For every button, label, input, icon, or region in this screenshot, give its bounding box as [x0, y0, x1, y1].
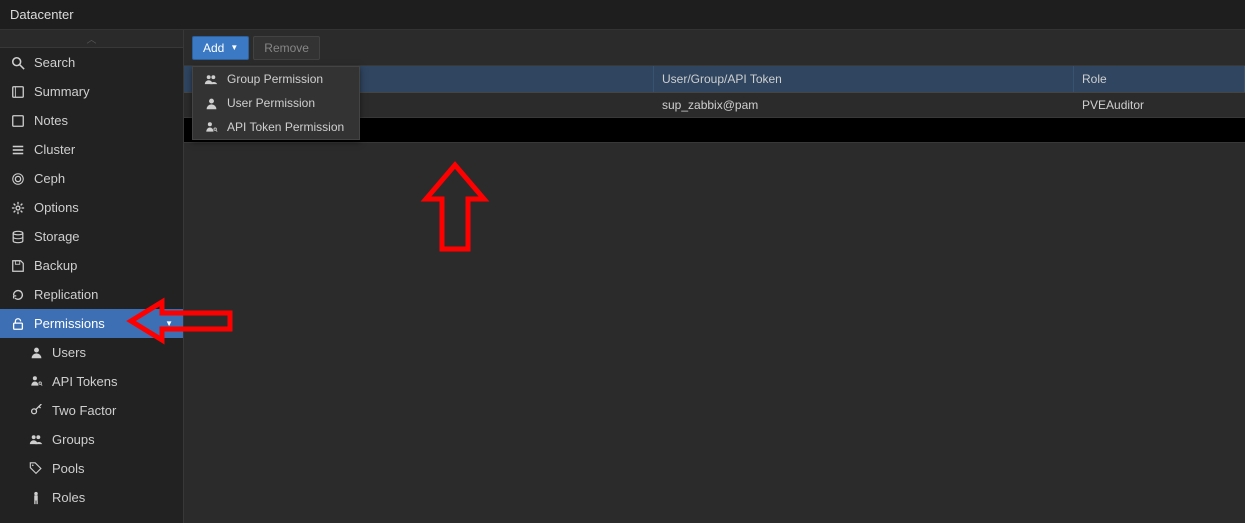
tags-icon — [28, 461, 44, 477]
key-icon — [28, 403, 44, 419]
col-header-role[interactable]: Role — [1074, 66, 1245, 92]
refresh-icon — [10, 287, 26, 303]
sidebar-item-api-tokens[interactable]: API Tokens — [0, 367, 183, 396]
sidebar-item-storage[interactable]: Storage — [0, 222, 183, 251]
sidebar-item-ceph[interactable]: Ceph — [0, 164, 183, 193]
sidebar-item-label: Search — [34, 55, 173, 70]
dropdown-item-user-permission[interactable]: User Permission — [193, 91, 359, 115]
save-icon — [10, 258, 26, 274]
titlebar: Datacenter — [0, 0, 1245, 30]
book-icon — [10, 84, 26, 100]
sidebar-item-groups[interactable]: Groups — [0, 425, 183, 454]
gear-icon — [10, 200, 26, 216]
sidebar-item-replication[interactable]: Replication — [0, 280, 183, 309]
sidebar-item-permissions[interactable]: Permissions▼ — [0, 309, 183, 338]
list-icon — [10, 142, 26, 158]
annotation-arrow-up — [420, 161, 490, 256]
dropdown-item-label: API Token Permission — [227, 120, 344, 134]
sidebar-item-label: Pools — [52, 461, 173, 476]
sidebar-item-search[interactable]: Search — [0, 48, 183, 77]
group-icon — [203, 73, 219, 86]
sidebar-item-label: Cluster — [34, 142, 173, 157]
sidebar-item-label: Ceph — [34, 171, 173, 186]
remove-button[interactable]: Remove — [253, 36, 320, 60]
chevron-up-icon: ︿ — [87, 31, 97, 46]
key-user-icon — [28, 374, 44, 390]
content: Add ▼ Remove Group Permission User Permis… — [184, 30, 1245, 523]
database-icon — [10, 229, 26, 245]
sticky-icon — [10, 113, 26, 129]
sidebar-item-label: Summary — [34, 84, 173, 99]
sidebar-item-label: Storage — [34, 229, 173, 244]
toolbar: Add ▼ Remove — [184, 30, 1245, 66]
sidebar-collapse[interactable]: ︿ — [0, 30, 183, 48]
user-icon — [203, 97, 219, 110]
dropdown-item-label: Group Permission — [227, 72, 323, 86]
male-icon — [28, 490, 44, 506]
dropdown-item-label: User Permission — [227, 96, 315, 110]
add-button[interactable]: Add ▼ — [192, 36, 249, 60]
sidebar-item-backup[interactable]: Backup — [0, 251, 183, 280]
page-title: Datacenter — [10, 7, 74, 22]
sidebar-item-roles[interactable]: Roles — [0, 483, 183, 512]
group-icon — [28, 432, 44, 448]
sidebar-item-label: Permissions — [34, 316, 165, 331]
sidebar-item-label: Roles — [52, 490, 173, 505]
add-dropdown: Group Permission User Permission API Token… — [192, 66, 360, 140]
sidebar-item-label: API Tokens — [52, 374, 173, 389]
sidebar-item-two-factor[interactable]: Two Factor — [0, 396, 183, 425]
sidebar-item-label: Backup — [34, 258, 173, 273]
chevron-down-icon: ▼ — [165, 319, 173, 328]
dropdown-item-api-token-permission[interactable]: API Token Permission — [193, 115, 359, 139]
sidebar-item-options[interactable]: Options — [0, 193, 183, 222]
ceph-icon — [10, 171, 26, 187]
sidebar-item-label: Replication — [34, 287, 173, 302]
unlock-icon — [10, 316, 26, 332]
sidebar-item-label: Two Factor — [52, 403, 173, 418]
sidebar-item-label: Users — [52, 345, 173, 360]
sidebar-item-summary[interactable]: Summary — [0, 77, 183, 106]
key-user-icon — [203, 121, 219, 134]
search-icon — [10, 55, 26, 71]
sidebar-item-cluster[interactable]: Cluster — [0, 135, 183, 164]
sidebar-item-users[interactable]: Users — [0, 338, 183, 367]
cell-user: sup_zabbix@pam — [654, 98, 1074, 112]
add-button-label: Add — [203, 41, 224, 55]
remove-button-label: Remove — [264, 41, 309, 55]
chevron-down-icon: ▼ — [230, 43, 238, 52]
cell-role: PVEAuditor — [1074, 98, 1245, 112]
user-icon — [28, 345, 44, 361]
sidebar-item-pools[interactable]: Pools — [0, 454, 183, 483]
col-header-user[interactable]: User/Group/API Token — [654, 66, 1074, 92]
sidebar-item-notes[interactable]: Notes — [0, 106, 183, 135]
sidebar-item-label: Groups — [52, 432, 173, 447]
sidebar: ︿ Search Summary Notes Cluster Ceph Options St… — [0, 30, 184, 523]
sidebar-item-label: Options — [34, 200, 173, 215]
sidebar-item-label: Notes — [34, 113, 173, 128]
dropdown-item-group-permission[interactable]: Group Permission — [193, 67, 359, 91]
